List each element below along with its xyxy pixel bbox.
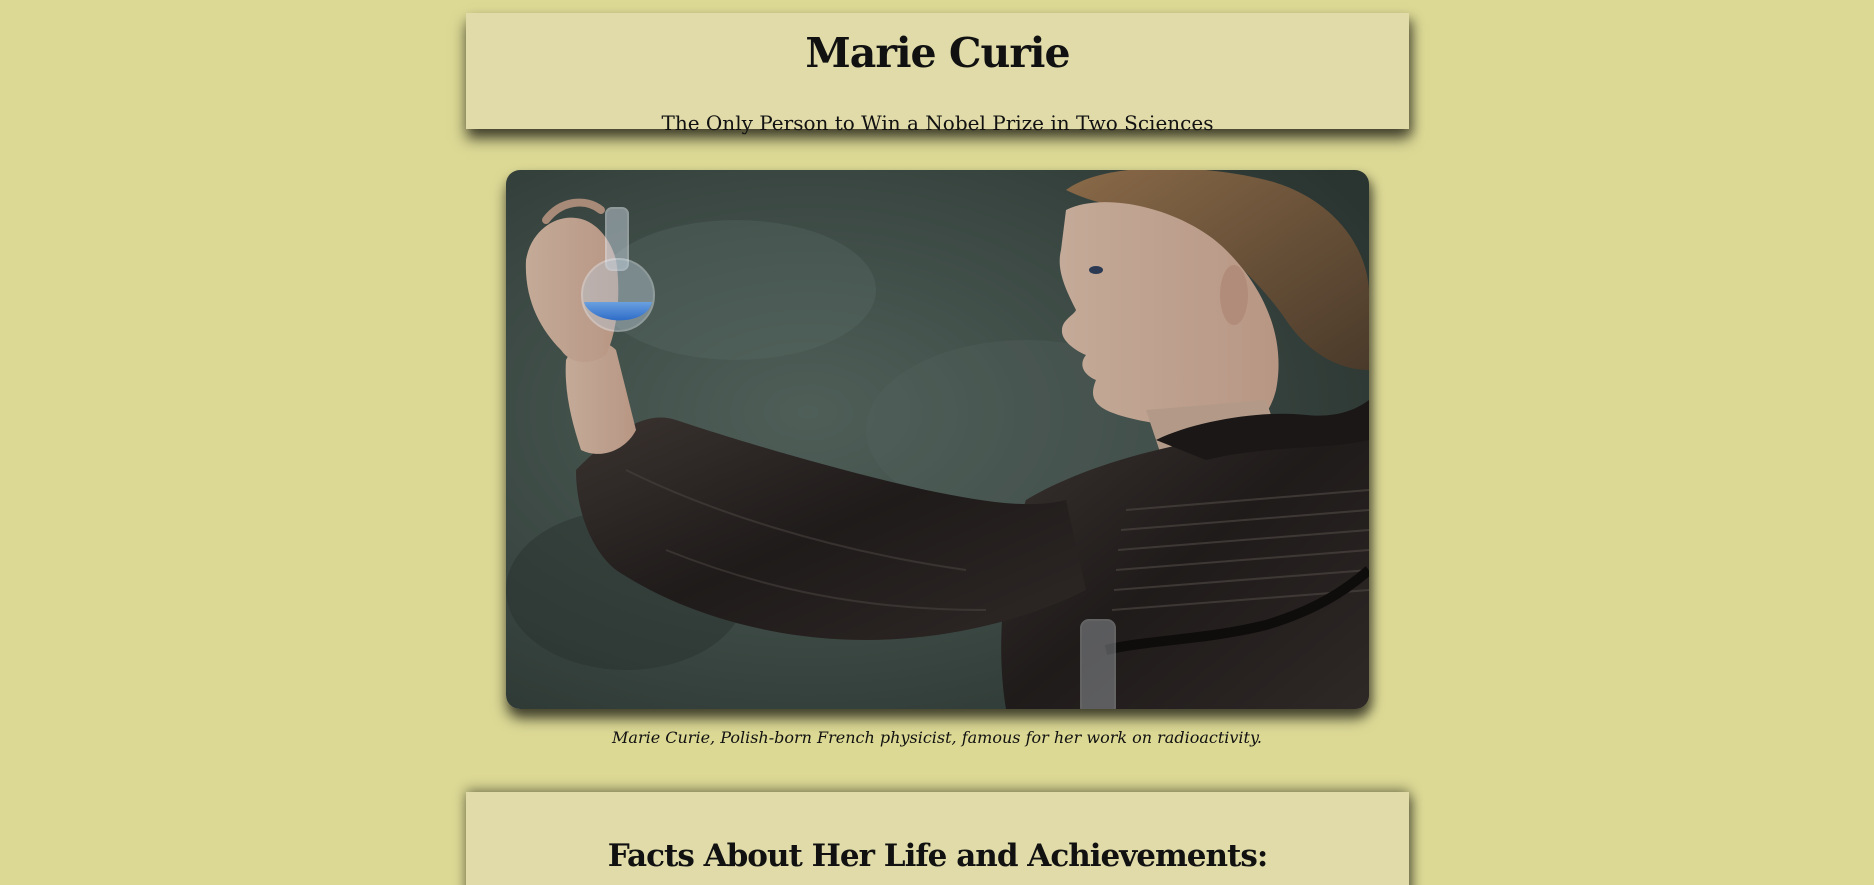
page-subtitle: The Only Person to Win a Nobel Prize in … — [661, 111, 1214, 135]
facts-card: Facts About Her Life and Achievements: — [466, 792, 1409, 885]
title-card: Marie Curie The Only Person to Win a Nob… — [466, 13, 1409, 133]
facts-heading: Facts About Her Life and Achievements: — [607, 838, 1269, 874]
page: Marie Curie The Only Person to Win a Nob… — [0, 0, 1874, 885]
page-title: Marie Curie — [805, 29, 1070, 77]
portrait-image — [506, 170, 1369, 709]
image-caption: Marie Curie, Polish-born French physicis… — [612, 728, 1262, 747]
